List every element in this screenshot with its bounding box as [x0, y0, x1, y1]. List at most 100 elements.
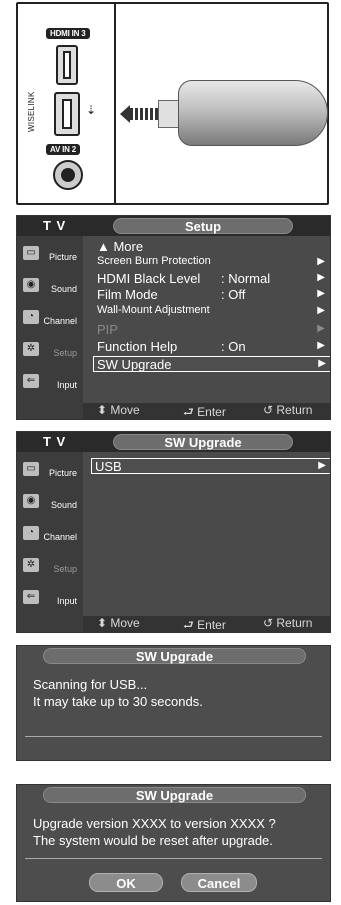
- menu-item-usb[interactable]: USB ▶: [91, 458, 330, 474]
- usb-symbol-icon: ⇣: [86, 103, 97, 117]
- item-value: : On: [221, 339, 246, 354]
- sidebar-item-picture[interactable]: ▭ Picture: [17, 242, 83, 268]
- menu-item-pip: PIP ▶: [97, 322, 329, 338]
- channel-icon: ◔: [23, 310, 39, 324]
- wiselink-label: WISELINK: [27, 91, 36, 132]
- sidebar-label: Input: [56, 596, 77, 606]
- menu-title: SW Upgrade: [113, 434, 293, 450]
- move-label: Move: [110, 403, 140, 417]
- insert-arrow-icon: [120, 105, 130, 123]
- divider: [25, 736, 322, 737]
- item-label: Wall-Mount Adjustment: [97, 304, 210, 316]
- picture-icon: ▭: [23, 462, 39, 476]
- sidebar-item-input[interactable]: ⇐ Input: [17, 370, 83, 396]
- arrow-right-icon: ▶: [317, 288, 325, 299]
- move-hint: ⬍ Move: [97, 403, 140, 417]
- input-icon: ⇐: [23, 590, 39, 604]
- setup-icon: ✲: [23, 558, 39, 572]
- more-item[interactable]: ▲ More: [97, 239, 329, 255]
- sound-icon: ◉: [23, 278, 39, 292]
- menu-item-function-help[interactable]: Function Help : On ▶: [97, 339, 329, 355]
- hdmi-port-icon: [56, 45, 78, 85]
- sidebar-label: Channel: [43, 532, 77, 542]
- setup-icon: ✲: [23, 342, 39, 356]
- arrow-right-icon: ▶: [317, 256, 325, 267]
- scanning-dialog: SW Upgrade Scanning for USB... It may ta…: [16, 645, 331, 761]
- sidebar: ▭ Picture ◉ Sound ◔ Channel ✲ Setup ⇐ Input: [17, 452, 83, 632]
- scanning-message: Scanning for USB...: [33, 677, 148, 692]
- menu-footer: ⬍ Move ⮐ Enter ↺ Return: [83, 616, 330, 632]
- sidebar-label: Picture: [48, 252, 77, 262]
- menu-header: T V Setup: [17, 216, 330, 236]
- menu-item-hdmi-black-level[interactable]: HDMI Black Level: Normal ▶: [97, 271, 329, 287]
- wait-message: It may take up to 30 seconds.: [33, 694, 203, 709]
- arrow-right-icon: ▶: [317, 305, 325, 316]
- usb-port-icon: [54, 92, 80, 136]
- sidebar-item-channel[interactable]: ◔ Channel: [17, 306, 83, 332]
- arrow-right-icon: ▶: [318, 358, 326, 369]
- menu-title: Setup: [113, 218, 293, 234]
- return-hint: ↺ Return: [263, 403, 313, 417]
- connector-illustration: HDMI IN 3 WISELINK ⇣ AV IN 2: [16, 2, 329, 205]
- sidebar-label: Setup: [53, 348, 77, 358]
- item-label: HDMI Black Level: [97, 271, 201, 286]
- item-label: Function Help: [97, 339, 178, 354]
- ok-button[interactable]: OK: [89, 873, 163, 892]
- item-label: PIP: [97, 322, 118, 337]
- sidebar-item-setup[interactable]: ✲ Setup: [17, 554, 83, 580]
- sound-icon: ◉: [23, 494, 39, 508]
- upgrade-question: Upgrade version XXXX to version XXXX ?: [33, 816, 276, 831]
- tv-label: T V: [43, 434, 67, 449]
- sidebar-item-sound[interactable]: ◉ Sound: [17, 490, 83, 516]
- sidebar-item-input[interactable]: ⇐ Input: [17, 586, 83, 612]
- sidebar-label: Channel: [43, 316, 77, 326]
- enter-label: Enter: [197, 618, 226, 632]
- sidebar-label: Sound: [50, 500, 77, 510]
- enter-label: Enter: [197, 405, 226, 419]
- insert-arrow-stripes: [130, 108, 158, 120]
- sidebar: ▭ Picture ◉ Sound ◔ Channel ✲ Setup ⇐ Input: [17, 236, 83, 419]
- arrow-right-icon: ▶: [318, 460, 326, 471]
- arrow-right-icon: ▶: [317, 272, 325, 283]
- more-label: ▲ More: [97, 239, 144, 254]
- sidebar-label: Picture: [48, 468, 77, 478]
- item-label: USB: [95, 459, 122, 474]
- sw-upgrade-menu: T V SW Upgrade ▭ Picture ◉ Sound ◔ Channel …: [16, 431, 331, 633]
- sidebar-item-sound[interactable]: ◉ Sound: [17, 274, 83, 300]
- move-label: Move: [110, 616, 140, 630]
- menu-item-wall-mount-adjustment[interactable]: Wall-Mount Adjustment ▶: [97, 304, 329, 320]
- menu-header: T V SW Upgrade: [17, 432, 330, 452]
- input-icon: ⇐: [23, 374, 39, 388]
- sidebar-item-setup[interactable]: ✲ Setup: [17, 338, 83, 364]
- sidebar-label: Setup: [53, 564, 77, 574]
- menu-item-screen-burn-protection[interactable]: Screen Burn Protection ▶: [97, 255, 329, 271]
- return-label: Return: [276, 403, 313, 417]
- sidebar-label: Sound: [50, 284, 77, 294]
- channel-icon: ◔: [23, 526, 39, 540]
- setup-menu: T V Setup ▭ Picture ◉ Sound ◔ Channel ✲ Setu…: [16, 215, 331, 420]
- item-value: : Off: [221, 287, 246, 302]
- enter-hint: ⮐ Enter: [183, 618, 226, 632]
- sidebar-label: Input: [56, 380, 77, 390]
- arrow-right-icon: ▶: [317, 323, 325, 334]
- cancel-button[interactable]: Cancel: [181, 873, 257, 892]
- confirm-dialog: SW Upgrade Upgrade version XXXX to versi…: [16, 784, 331, 902]
- return-label: Return: [276, 616, 313, 630]
- menu-footer: ⬍ Move ⮐ Enter ↺ Return: [83, 403, 330, 419]
- move-hint: ⬍ Move: [97, 616, 140, 630]
- reset-warning: The system would be reset after upgrade.: [33, 833, 273, 848]
- av-in-2-label: AV IN 2: [46, 144, 81, 155]
- arrow-right-icon: ▶: [317, 340, 325, 351]
- menu-item-film-mode[interactable]: Film Mode: Off ▶: [97, 287, 329, 303]
- sidebar-item-picture[interactable]: ▭ Picture: [17, 458, 83, 484]
- return-hint: ↺ Return: [263, 616, 313, 630]
- tv-label: T V: [43, 218, 67, 233]
- hdmi-in-3-label: HDMI IN 3: [46, 28, 90, 39]
- dialog-title: SW Upgrade: [43, 648, 306, 664]
- usb-stick-icon: [178, 80, 328, 146]
- item-label: SW Upgrade: [97, 357, 172, 372]
- dialog-title: SW Upgrade: [43, 787, 306, 803]
- sidebar-item-channel[interactable]: ◔ Channel: [17, 522, 83, 548]
- menu-item-sw-upgrade[interactable]: SW Upgrade ▶: [93, 356, 330, 372]
- picture-icon: ▭: [23, 246, 39, 260]
